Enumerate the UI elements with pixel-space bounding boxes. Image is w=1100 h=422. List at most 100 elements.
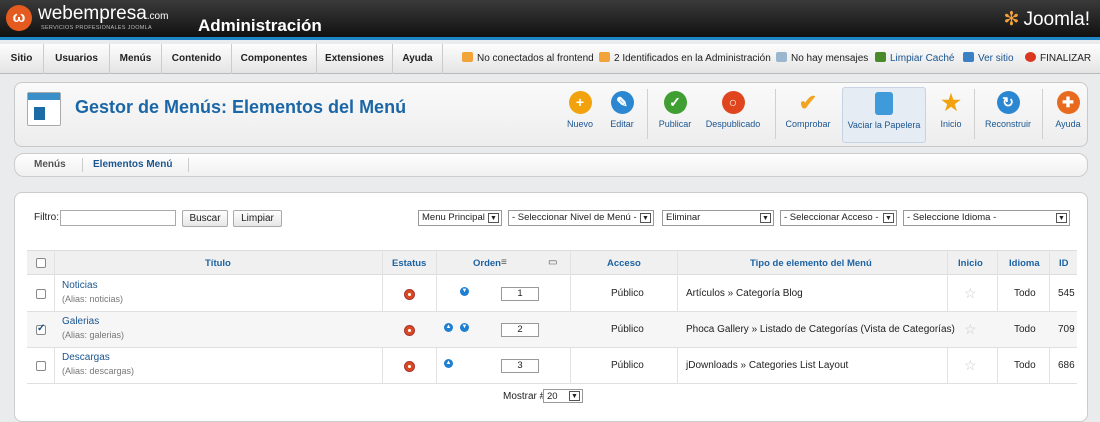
chevron-down-icon: ▼ xyxy=(569,391,580,401)
access-level: Público xyxy=(611,324,644,335)
move-up-icon[interactable]: ▲ xyxy=(444,359,453,368)
home-star-icon[interactable]: ☆ xyxy=(964,321,977,338)
save-order-icon[interactable]: ▭ xyxy=(548,257,557,268)
item-language: Todo xyxy=(1014,360,1036,371)
unpublished-status-icon[interactable] xyxy=(404,361,415,372)
menu-contenido[interactable]: Contenido xyxy=(162,44,232,74)
messages-status[interactable]: No hay mensajes xyxy=(776,44,868,74)
item-language: Todo xyxy=(1014,324,1036,335)
search-button[interactable]: Buscar xyxy=(182,210,228,227)
row-checkbox[interactable] xyxy=(36,289,46,299)
new-icon: + xyxy=(568,91,592,114)
users-icon xyxy=(462,52,473,62)
item-id: 686 xyxy=(1058,360,1075,371)
col-title[interactable]: Título xyxy=(205,258,231,269)
unpublished-status-icon[interactable] xyxy=(404,325,415,336)
toolbar-panel: Gestor de Menús: Elementos del Menú + Nue… xyxy=(14,82,1088,147)
move-down-icon[interactable]: ▼ xyxy=(460,287,469,296)
order-input[interactable]: 3 xyxy=(501,359,539,373)
home-star-icon[interactable]: ☆ xyxy=(964,285,977,302)
chevron-down-icon: ▼ xyxy=(488,213,499,223)
menu-select[interactable]: Menu Principal ▼ xyxy=(418,210,502,226)
monitor-icon xyxy=(963,52,974,62)
help-icon: ✚ xyxy=(1056,91,1080,114)
col-order[interactable]: Orden xyxy=(473,258,501,269)
clear-button[interactable]: Limpiar xyxy=(233,210,282,227)
edit-button[interactable]: ✎ Editar xyxy=(607,87,637,143)
menu-menus[interactable]: Menús xyxy=(110,44,162,74)
access-level: Público xyxy=(611,360,644,371)
logout-link[interactable]: FINALIZAR xyxy=(1025,44,1091,74)
submenu-tabs: Menús Elementos Menú xyxy=(14,153,1088,177)
item-title-link[interactable]: Descargas xyxy=(62,352,110,363)
move-down-icon[interactable]: ▼ xyxy=(460,323,469,332)
item-id: 545 xyxy=(1058,288,1075,299)
frontend-users-status[interactable]: No conectados al frontend xyxy=(462,44,594,74)
filter-label: Filtro: xyxy=(34,212,59,223)
item-alias: (Alias: noticias) xyxy=(62,294,124,304)
empty-trash-button[interactable]: Vaciar la Papelera xyxy=(842,87,926,143)
refresh-icon: ↻ xyxy=(996,91,1020,114)
item-alias: (Alias: descargas) xyxy=(62,366,135,376)
tab-menu-items[interactable]: Elementos Menú xyxy=(93,159,172,170)
unpublish-button[interactable]: ○ Despublicado xyxy=(703,87,763,143)
table-row[interactable]: Galerias (Alias: galerias) ▲ ▼ 2 Público… xyxy=(27,312,1077,348)
filter-input[interactable] xyxy=(60,210,176,226)
limit-select[interactable]: 20 ▼ xyxy=(543,389,583,403)
item-language: Todo xyxy=(1014,288,1036,299)
row-checkbox[interactable] xyxy=(36,361,46,371)
chevron-down-icon: ▼ xyxy=(1056,213,1067,223)
menu-extensiones[interactable]: Extensiones xyxy=(317,44,393,74)
order-input[interactable]: 2 xyxy=(501,323,539,337)
rebuild-button[interactable]: ↻ Reconstruir xyxy=(982,87,1034,143)
item-id: 709 xyxy=(1058,324,1075,335)
clear-cache-link[interactable]: Limpiar Caché xyxy=(875,44,954,74)
unpublished-status-icon[interactable] xyxy=(404,289,415,300)
home-star-icon[interactable]: ☆ xyxy=(964,357,977,374)
move-up-icon[interactable]: ▲ xyxy=(444,323,453,332)
col-access[interactable]: Acceso xyxy=(607,258,641,269)
home-button[interactable]: ★ Inicio xyxy=(936,87,966,143)
help-button[interactable]: ✚ Ayuda xyxy=(1051,87,1085,143)
checkin-button[interactable]: ✔ Comprobar xyxy=(782,87,834,143)
menu-usuarios[interactable]: Usuarios xyxy=(44,44,110,74)
col-id[interactable]: ID xyxy=(1059,258,1069,269)
view-site-link[interactable]: Ver sitio xyxy=(963,44,1014,74)
publish-button[interactable]: ✓ Publicar xyxy=(655,87,695,143)
row-checkbox[interactable] xyxy=(36,323,46,335)
menu-item-type: jDownloads » Categories List Layout xyxy=(686,360,849,371)
access-select[interactable]: - Seleccionar Acceso - ▼ xyxy=(780,210,897,226)
order-input[interactable]: 1 xyxy=(501,287,539,301)
language-select[interactable]: - Seleccione Idioma - ▼ xyxy=(903,210,1070,226)
menu-componentes[interactable]: Componentes xyxy=(232,44,317,74)
level-select[interactable]: - Seleccionar Nivel de Menú - ▼ xyxy=(508,210,654,226)
edit-icon: ✎ xyxy=(610,91,634,114)
table-row[interactable]: Descargas (Alias: descargas) ▲ 3 Público… xyxy=(27,348,1077,384)
menu-item-type: Artículos » Categoría Blog xyxy=(686,288,803,299)
joomla-logo-icon: ✻ xyxy=(1003,9,1020,30)
col-language[interactable]: Idioma xyxy=(1009,258,1040,269)
chevron-down-icon: ▼ xyxy=(760,213,771,223)
new-button[interactable]: + Nuevo xyxy=(565,87,595,143)
menu-sitio[interactable]: Sitio xyxy=(0,44,44,74)
table-row[interactable]: Noticias (Alias: noticias) ▼ 1 Público A… xyxy=(27,276,1077,312)
item-title-link[interactable]: Galerias xyxy=(62,316,99,327)
col-type[interactable]: Tipo de elemento del Menú xyxy=(750,258,872,269)
access-level: Público xyxy=(611,288,644,299)
col-home[interactable]: Inicio xyxy=(958,258,983,269)
menu-ayuda[interactable]: Ayuda xyxy=(393,44,443,74)
admin-users-status[interactable]: 2 Identificados en la Administración xyxy=(599,44,771,74)
col-status[interactable]: Estatus xyxy=(392,258,426,269)
select-all-checkbox[interactable] xyxy=(36,258,46,268)
broom-icon xyxy=(875,52,886,62)
state-select[interactable]: Eliminar ▼ xyxy=(662,210,774,226)
item-title-link[interactable]: Noticias xyxy=(62,280,98,291)
tab-menus[interactable]: Menús xyxy=(34,159,66,170)
sort-icon: ≡ xyxy=(501,257,507,268)
top-bar: ω webempresa.com SERVICIOS PROFESIONALES… xyxy=(0,0,1100,40)
users-icon xyxy=(599,52,610,62)
page-title: Gestor de Menús: Elementos del Menú xyxy=(75,97,407,117)
main-menu-bar: Sitio Usuarios Menús Contenido Component… xyxy=(0,44,1100,74)
item-alias: (Alias: galerias) xyxy=(62,330,125,340)
chevron-down-icon: ▼ xyxy=(640,213,651,223)
